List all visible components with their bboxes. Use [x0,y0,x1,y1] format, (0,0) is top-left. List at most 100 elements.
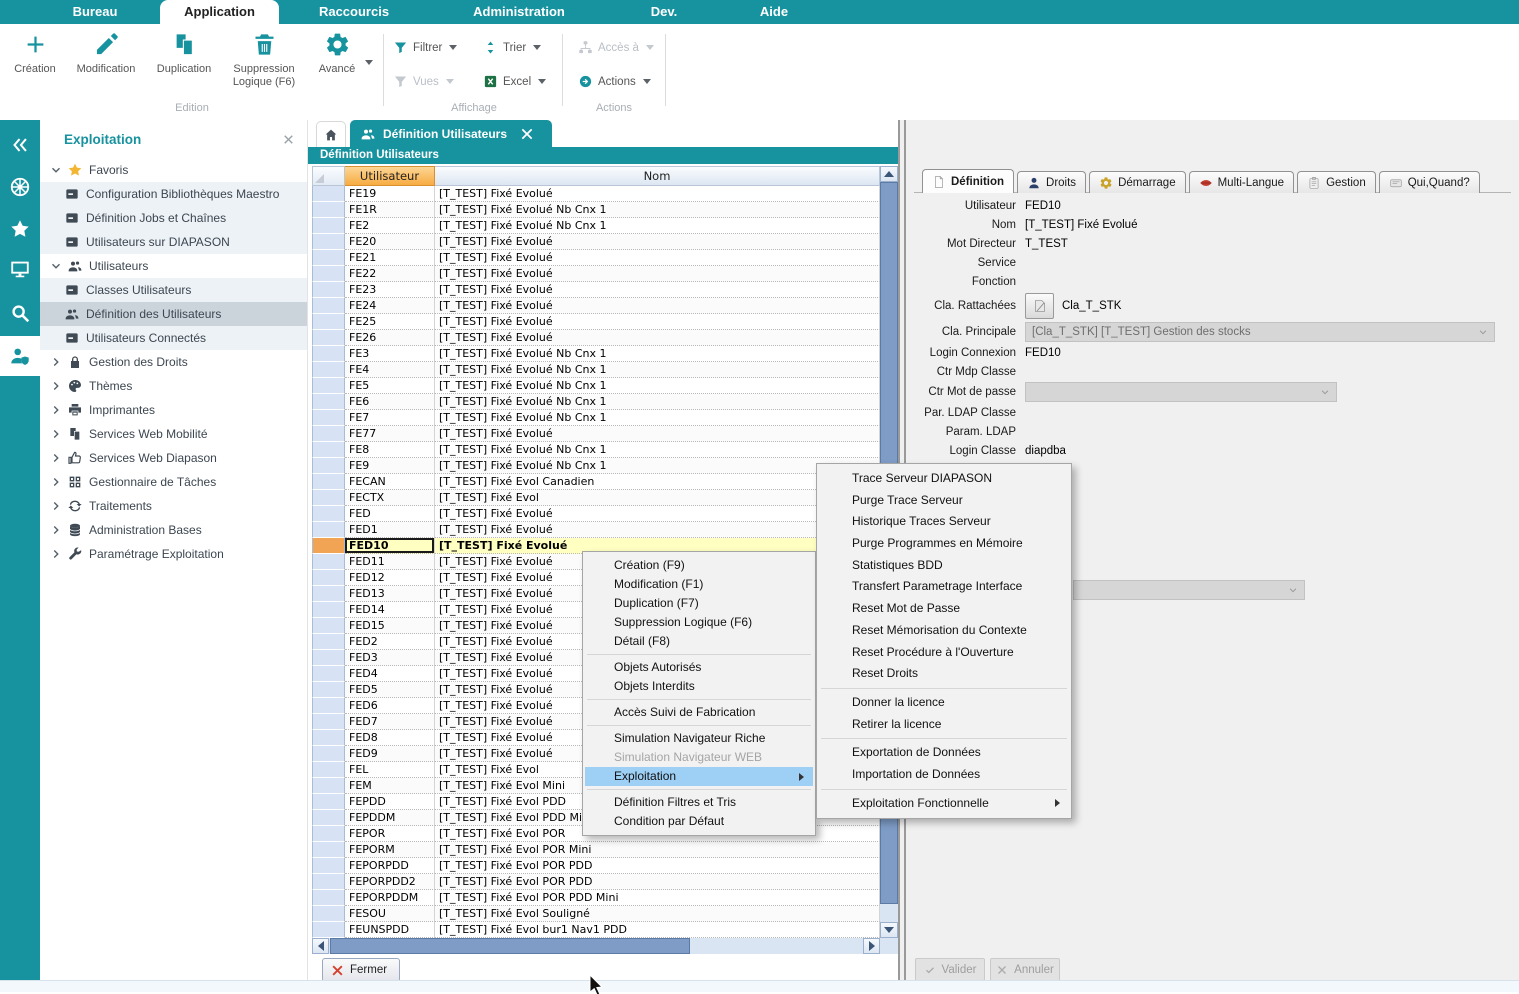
table-row-fe25[interactable]: FE25[T_TEST] Fixé Evolué [312,314,880,330]
detail-tab-definition[interactable]: Définition [922,169,1014,193]
user-cell[interactable]: FE25 [345,314,435,330]
table-row-fe19[interactable]: FE19[T_TEST] Fixé Evolué [312,186,880,202]
table-row-fe3[interactable]: FE3[T_TEST] Fixé Evolué Nb Cnx 1 [312,346,880,362]
table-row-fe4[interactable]: FE4[T_TEST] Fixé Evolué Nb Cnx 1 [312,362,880,378]
submenu-item-reset-procedure-a-l-ouverture[interactable]: Reset Procédure à l'Ouverture [819,642,1069,664]
chevron-right-icon[interactable] [49,403,63,417]
chevron-right-icon[interactable] [49,427,63,441]
name-cell[interactable]: [T_TEST] Fixé Evolué [435,426,880,442]
user-cell[interactable]: FED14 [345,602,435,618]
user-cell[interactable]: FED8 [345,730,435,746]
chevron-right-icon[interactable] [49,499,63,513]
detail-tab-qui-quand[interactable]: Qui,Quand? [1379,171,1480,193]
user-cell[interactable]: FECAN [345,474,435,490]
user-cell[interactable]: FE2 [345,218,435,234]
row-marker-cell[interactable] [312,282,345,298]
row-marker-cell[interactable] [312,394,345,410]
row-marker-cell[interactable] [312,490,345,506]
user-cell[interactable]: FEPOR [345,826,435,842]
iconbar-item-wheel[interactable] [0,168,40,206]
submenu-item-statistiques-bdd[interactable]: Statistiques BDD [819,555,1069,577]
user-cell[interactable]: FED9 [345,746,435,762]
table-row-feporpddm[interactable]: FEPORPDDM[T_TEST] Fixé Evol POR PDD Mini [312,890,880,906]
user-cell[interactable]: FE7 [345,410,435,426]
row-marker-cell[interactable] [312,874,345,890]
sidebar-item-administration-bases[interactable]: Administration Bases [40,518,307,542]
row-marker-cell[interactable] [312,794,345,810]
fermer-button[interactable]: Fermer [322,958,400,982]
toolbar-button-filtrer[interactable]: Filtrer [393,40,457,55]
row-marker-cell[interactable] [312,298,345,314]
user-cell[interactable]: FEPDD [345,794,435,810]
row-marker-cell[interactable] [312,330,345,346]
table-row-fectx[interactable]: FECTX[T_TEST] Fixé Evol [312,490,880,506]
row-marker-cell[interactable] [312,762,345,778]
table-row-fe22[interactable]: FE22[T_TEST] Fixé Evolué [312,266,880,282]
toolbar-button-duplication[interactable]: Duplication [146,31,222,76]
user-cell[interactable]: FESOU [345,906,435,922]
detail-tab-droits[interactable]: Droits [1017,171,1086,193]
column-header-utilisateur[interactable]: Utilisateur [345,166,435,186]
name-cell[interactable]: [T_TEST] Fixé Evolué [435,234,880,250]
row-marker-cell[interactable] [312,810,345,826]
row-marker-cell[interactable] [312,922,345,938]
menu-item-application[interactable]: Application [160,0,279,24]
row-marker-cell[interactable] [312,906,345,922]
user-cell[interactable]: FE6 [345,394,435,410]
submenu-item-purge-programmes-en-memoire[interactable]: Purge Programmes en Mémoire [819,533,1069,555]
user-cell[interactable]: FED3 [345,650,435,666]
user-cell[interactable]: FED13 [345,586,435,602]
user-cell[interactable]: FE26 [345,330,435,346]
row-marker-cell[interactable] [312,650,345,666]
user-cell[interactable]: FE21 [345,250,435,266]
row-marker-cell[interactable] [312,474,345,490]
table-row-feporm[interactable]: FEPORM[T_TEST] Fixé Evol POR Mini [312,842,880,858]
toolbar-button-avance[interactable]: Avancé [306,31,368,76]
menu-item-objets-autorises[interactable]: Objets Autorisés [585,658,813,677]
toolbar-button-modification[interactable]: Modification [68,31,144,76]
user-cell[interactable]: FE8 [345,442,435,458]
toolbar-button-suppression-logique-f6[interactable]: Suppression Logique (F6) [222,31,306,89]
user-cell[interactable]: FE23 [345,282,435,298]
sidebar-item-gestionnaire-de-taches[interactable]: Gestionnaire de Tâches [40,470,307,494]
iconbar-item-search[interactable] [0,294,40,332]
table-row-fe24[interactable]: FE24[T_TEST] Fixé Evolué [312,298,880,314]
row-marker-cell[interactable] [312,442,345,458]
row-marker-cell[interactable] [312,250,345,266]
name-cell[interactable]: [T_TEST] Fixé Evolué [435,330,880,346]
sidebar-item-traitements[interactable]: Traitements [40,494,307,518]
user-cell[interactable]: FED6 [345,698,435,714]
horizontal-scrollbar[interactable] [312,938,898,954]
menu-item-creation-f9[interactable]: Création (F9) [585,556,813,575]
iconbar-item-collapse-chevrons[interactable] [0,126,40,164]
user-cell[interactable]: FED4 [345,666,435,682]
user-cell[interactable]: FEPORPDD2 [345,874,435,890]
table-row-fesou[interactable]: FESOU[T_TEST] Fixé Evol Souligné [312,906,880,922]
name-cell[interactable]: [T_TEST] Fixé Evolué Nb Cnx 1 [435,362,880,378]
row-marker-cell[interactable] [312,186,345,202]
name-cell[interactable]: [T_TEST] Fixé Evolué [435,282,880,298]
row-marker-cell[interactable] [312,858,345,874]
name-cell[interactable]: [T_TEST] Fixé Evol POR PDD [435,858,880,874]
row-marker-cell[interactable] [312,458,345,474]
user-cell[interactable]: FED11 [345,554,435,570]
table-row-fe6[interactable]: FE6[T_TEST] Fixé Evolué Nb Cnx 1 [312,394,880,410]
sidebar-item-themes[interactable]: Thèmes [40,374,307,398]
table-row-feunspdd[interactable]: FEUNSPDD[T_TEST] Fixé Evol bur1 Nav1 PDD [312,922,880,938]
name-cell[interactable]: [T_TEST] Fixé Evolué Nb Cnx 1 [435,458,880,474]
sidebar-item-classes-utilisateurs[interactable]: Classes Utilisateurs [40,278,307,302]
row-marker-cell[interactable] [312,826,345,842]
submenu-item-reset-mot-de-passe[interactable]: Reset Mot de Passe [819,598,1069,620]
row-marker-cell[interactable] [312,202,345,218]
menu-item-acces-suivi-de-fabrication[interactable]: Accès Suivi de Fabrication [585,703,813,722]
submenu-item-retirer-la-licence[interactable]: Retirer la licence [819,714,1069,736]
menu-item-definition-filtres-et-tris[interactable]: Définition Filtres et Tris [585,793,813,812]
row-marker-cell[interactable] [312,426,345,442]
user-cell[interactable]: FE3 [345,346,435,362]
user-cell[interactable]: FE24 [345,298,435,314]
table-row-fe7[interactable]: FE7[T_TEST] Fixé Evolué Nb Cnx 1 [312,410,880,426]
sidebar-item-utilisateurs-sur-diapason[interactable]: Utilisateurs sur DIAPASON [40,230,307,254]
row-marker-cell[interactable] [312,506,345,522]
submenu-item-exportation-de-donnees[interactable]: Exportation de Données [819,742,1069,764]
name-cell[interactable]: [T_TEST] Fixé Evolué Nb Cnx 1 [435,202,880,218]
